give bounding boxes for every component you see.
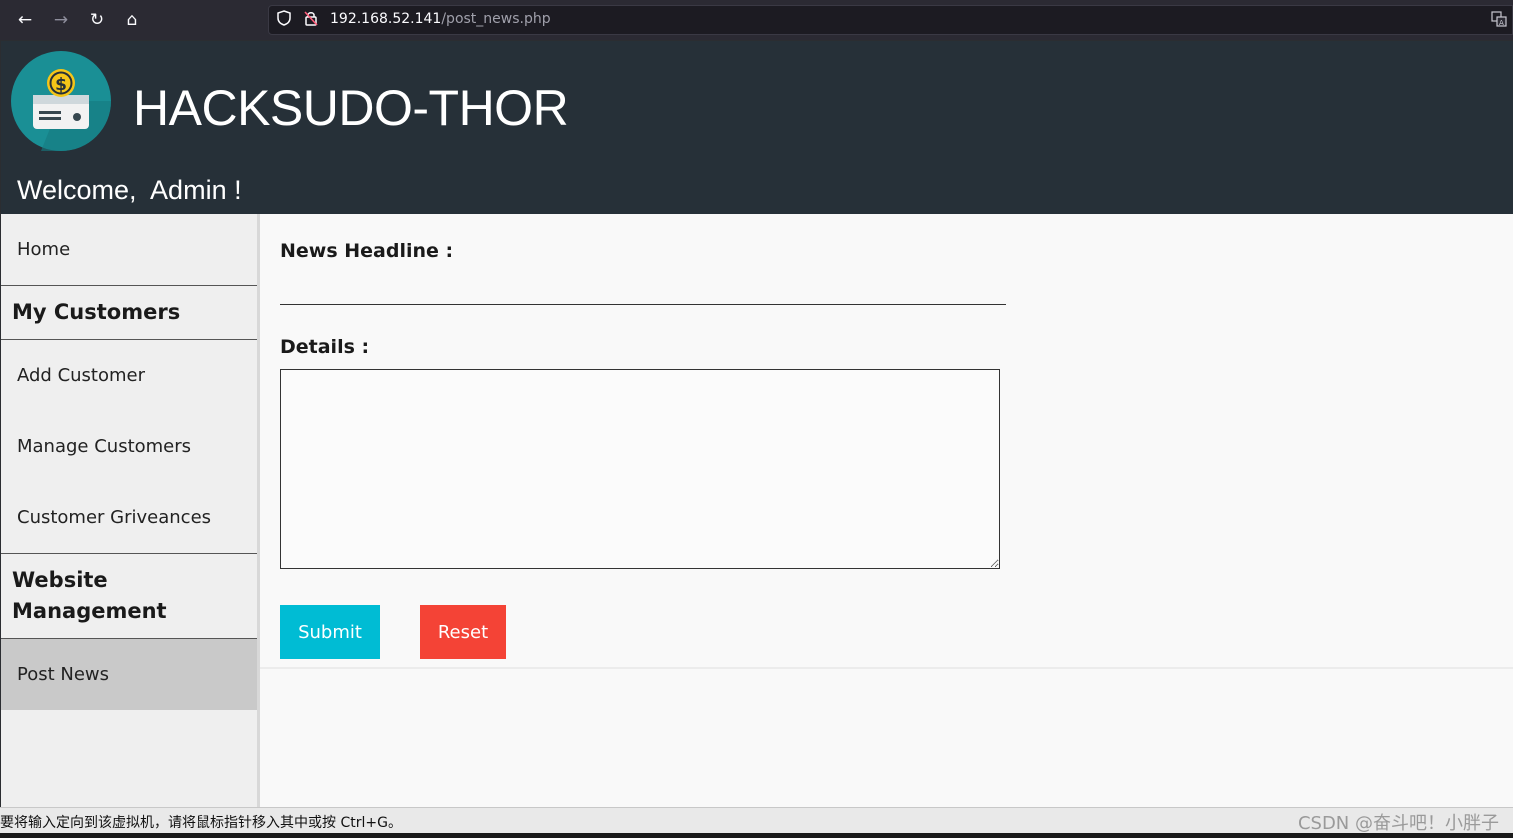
bottom-strip bbox=[0, 833, 1513, 838]
svg-text:A: A bbox=[1499, 19, 1504, 27]
details-textarea[interactable] bbox=[280, 369, 1000, 569]
headline-label: News Headline : bbox=[280, 240, 454, 262]
headline-input[interactable] bbox=[280, 276, 1006, 305]
browser-toolbar: ← → ↻ ⌂ 192.168.52.141/post_news.php A bbox=[0, 0, 1513, 40]
address-bar[interactable]: 192.168.52.141/post_news.php A bbox=[268, 5, 1513, 35]
sidebar-item-manage-customers[interactable]: Manage Customers bbox=[1, 411, 257, 482]
details-label: Details : bbox=[280, 336, 370, 358]
svg-text:$: $ bbox=[55, 75, 67, 95]
sidebar-item-label: Add Customer bbox=[17, 365, 146, 386]
sidebar-item-add-customer[interactable]: Add Customer bbox=[1, 340, 257, 411]
sidebar-item-label: Home bbox=[17, 239, 71, 260]
url-path: /post_news.php bbox=[441, 11, 551, 27]
back-arrow-icon[interactable]: ← bbox=[13, 8, 37, 32]
sidebar-item-home[interactable]: Home bbox=[1, 214, 257, 285]
section-heading-label: My Customers bbox=[12, 300, 181, 324]
watermark: CSDN @奋斗吧！小胖子 bbox=[1297, 813, 1499, 834]
forward-arrow-icon[interactable]: → bbox=[49, 8, 73, 32]
site-title: HACKSUDO-THOR bbox=[133, 80, 569, 136]
sidebar: Home My Customers Add Customer Manage Cu… bbox=[1, 214, 260, 807]
site-header: $ HACKSUDO-THOR Welcome, Admin ! bbox=[1, 41, 1513, 214]
sidebar-item-label: Manage Customers bbox=[17, 436, 192, 457]
reload-icon[interactable]: ↻ bbox=[85, 8, 109, 32]
web-page: $ HACKSUDO-THOR Welcome, Admin ! Home My… bbox=[1, 41, 1513, 807]
reset-button[interactable]: Reset bbox=[420, 605, 506, 659]
section-heading-my-customers: My Customers bbox=[1, 286, 257, 339]
sidebar-item-label: Post News bbox=[17, 664, 110, 685]
submit-button[interactable]: Submit bbox=[280, 605, 380, 659]
shield-icon[interactable] bbox=[275, 10, 293, 30]
insecure-lock-icon[interactable] bbox=[302, 10, 320, 30]
section-heading-website-management: Website Management bbox=[1, 554, 257, 638]
sidebar-item-customer-grievances[interactable]: Customer Griveances bbox=[1, 482, 257, 553]
section-heading-label: Website bbox=[12, 568, 108, 592]
url-text[interactable]: 192.168.52.141/post_news.php bbox=[330, 11, 551, 27]
status-message: 要将输入定向到该虚拟机，请将鼠标指针移入其中或按 Ctrl+G。 bbox=[0, 815, 402, 831]
section-heading-label: Management bbox=[12, 599, 167, 623]
sidebar-item-label: Customer Griveances bbox=[17, 507, 212, 528]
home-icon[interactable]: ⌂ bbox=[120, 8, 144, 32]
welcome-message: Welcome, Admin ! bbox=[17, 175, 242, 205]
status-bar: 要将输入定向到该虚拟机，请将鼠标指针移入其中或按 Ctrl+G。 CSDN @奋… bbox=[0, 807, 1513, 834]
translate-icon[interactable]: A bbox=[1490, 11, 1508, 29]
content-lower-area bbox=[260, 667, 1513, 807]
sidebar-item-post-news[interactable]: Post News bbox=[1, 639, 257, 710]
url-host: 192.168.52.141 bbox=[330, 11, 442, 27]
post-news-form: News Headline : Details : Submit Reset bbox=[260, 214, 1513, 667]
dollar-card-logo-icon: $ bbox=[11, 51, 111, 151]
